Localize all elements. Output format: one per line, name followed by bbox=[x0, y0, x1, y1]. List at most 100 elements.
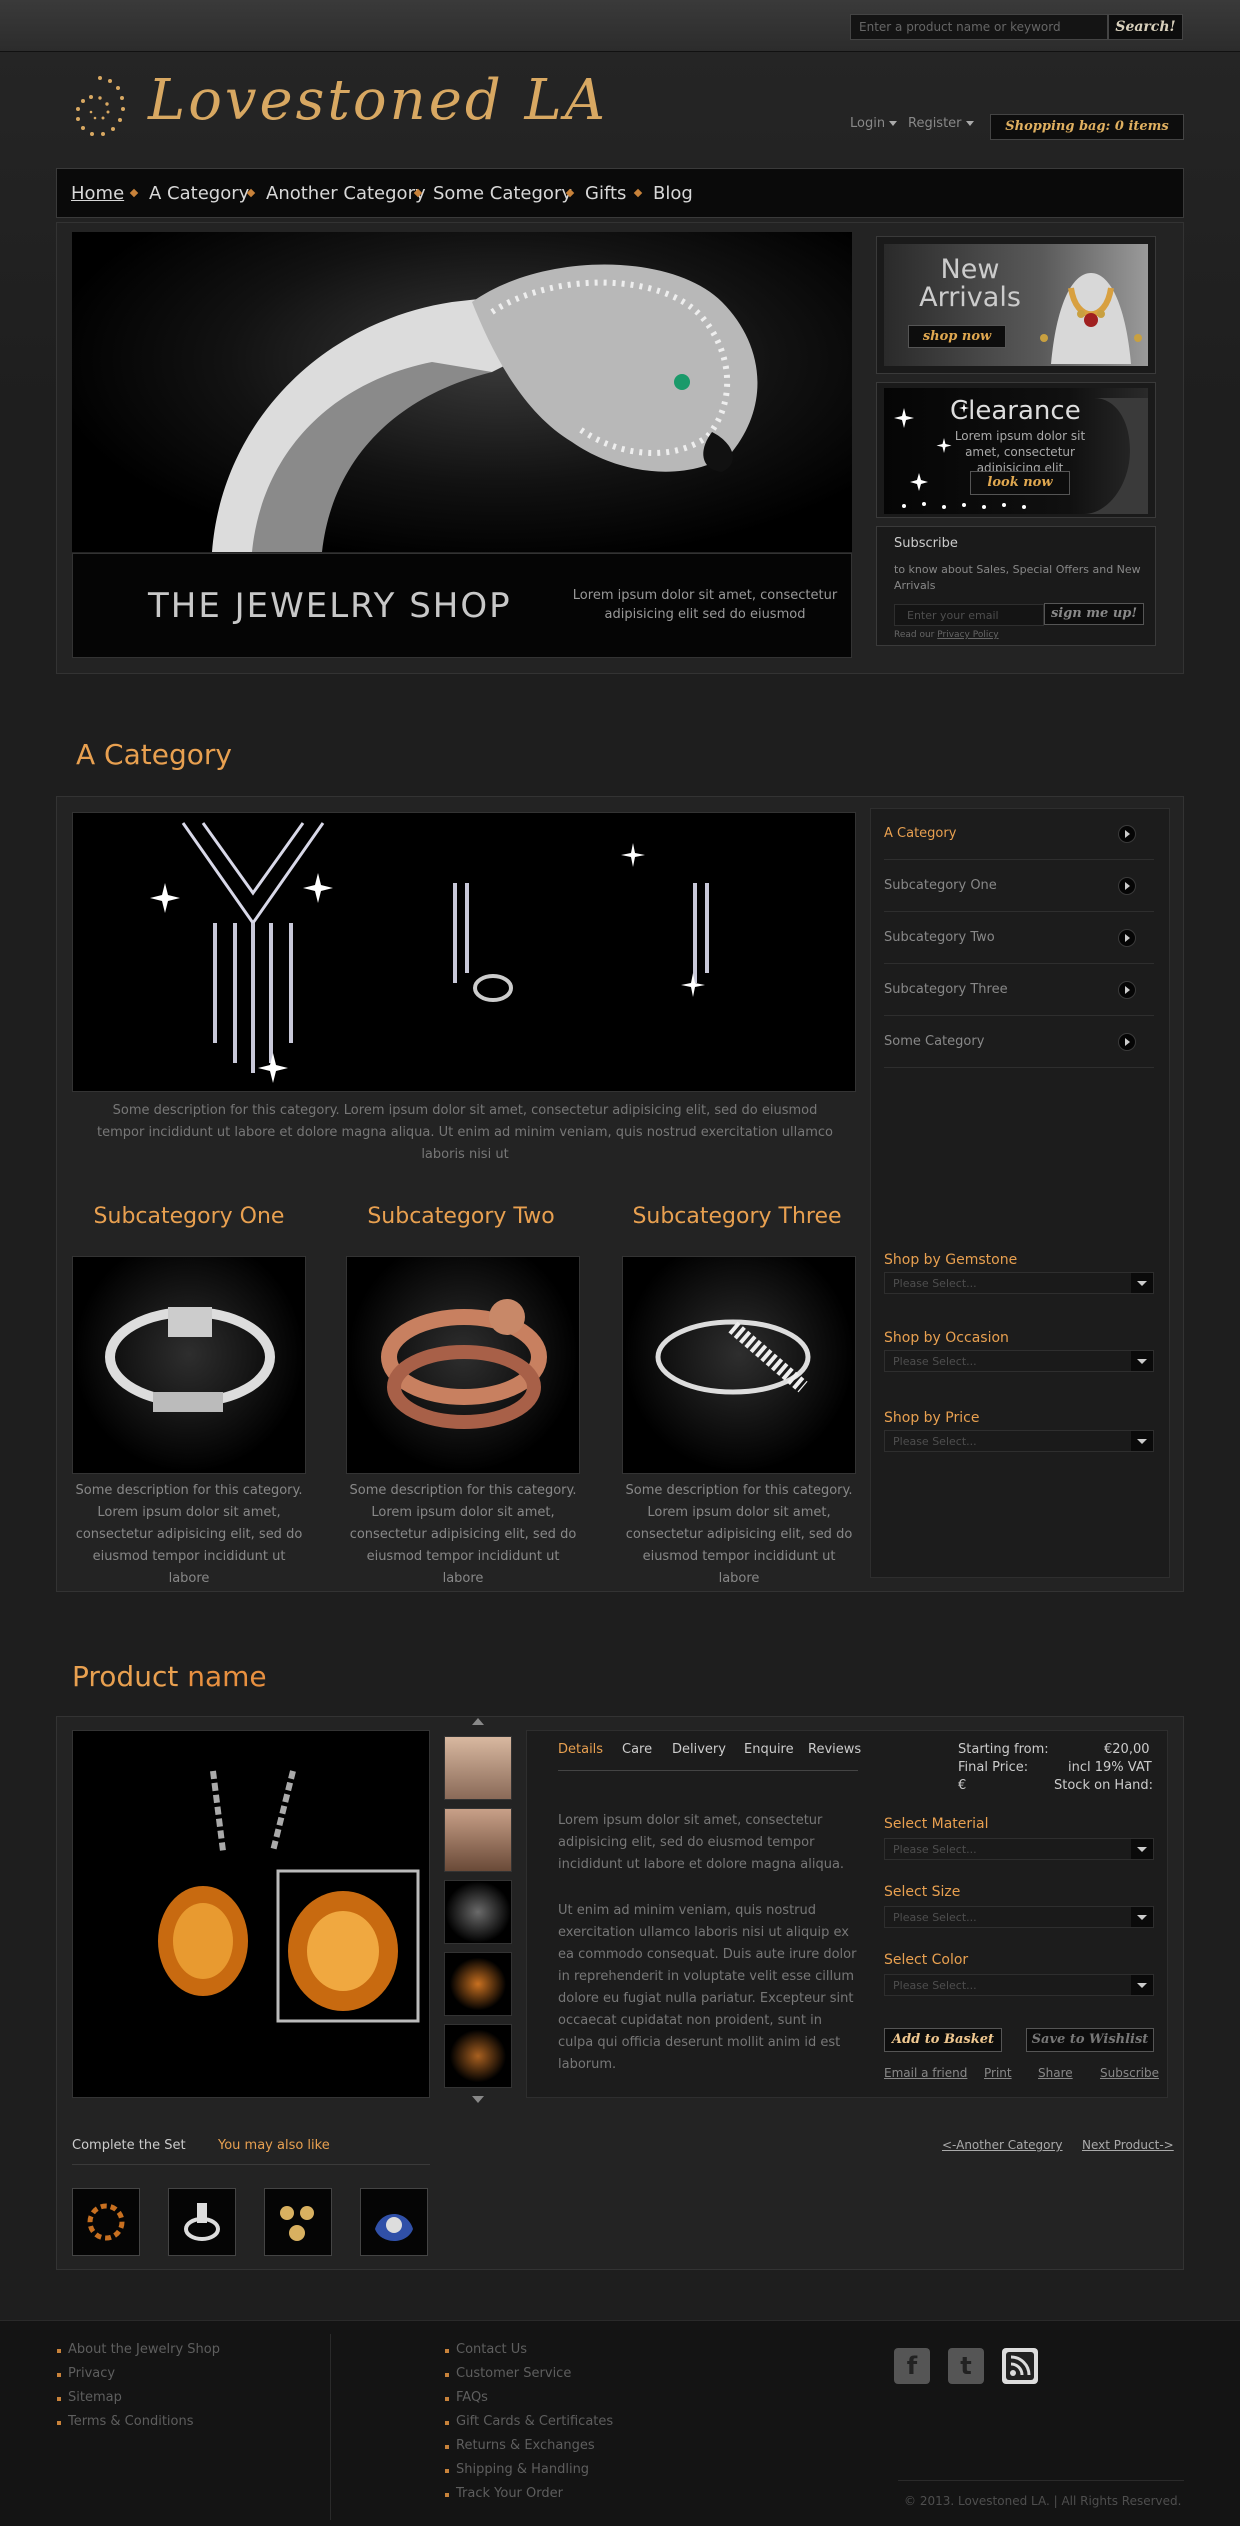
next-product-link[interactable]: Next Product-> bbox=[1082, 2138, 1174, 2152]
add-to-basket-button[interactable]: Add to Basket bbox=[884, 2028, 1002, 2052]
size-select-value: Please Select... bbox=[893, 1911, 977, 1924]
product-title: Product name bbox=[72, 1660, 267, 1693]
product-thumbnail[interactable] bbox=[444, 1808, 512, 1872]
price-select[interactable]: Please Select... bbox=[884, 1430, 1154, 1452]
set-item-thumbnail[interactable] bbox=[168, 2188, 236, 2256]
nav-item-gifts[interactable]: Gifts bbox=[585, 183, 626, 204]
sidebar-item-subcategory-three[interactable]: Subcategory Three bbox=[884, 964, 1154, 1016]
copyright: © 2013. Lovestoned LA. | All Rights Rese… bbox=[904, 2494, 1182, 2508]
gemstone-select-value: Please Select... bbox=[893, 1277, 977, 1290]
rss-icon[interactable] bbox=[1002, 2348, 1038, 2384]
thumbs-down-arrow-icon[interactable] bbox=[472, 2096, 484, 2103]
you-may-like-tab[interactable]: You may also like bbox=[218, 2138, 330, 2153]
select-material-label: Select Material bbox=[884, 1816, 989, 1832]
footer-link[interactable]: Terms & Conditions bbox=[57, 2414, 194, 2429]
nav-item-home[interactable]: Home bbox=[71, 183, 124, 204]
footer-link[interactable]: Contact Us bbox=[445, 2342, 527, 2357]
product-thumbnail[interactable] bbox=[444, 1880, 512, 1944]
bracelet-thumb-image bbox=[87, 2203, 125, 2241]
select-color-label: Select Color bbox=[884, 1952, 969, 1968]
hero-image[interactable] bbox=[72, 232, 852, 552]
occasion-select[interactable]: Please Select... bbox=[884, 1350, 1154, 1372]
chevron-down-icon bbox=[1131, 1975, 1153, 1995]
footer-link[interactable]: FAQs bbox=[445, 2390, 488, 2405]
tab-care[interactable]: Care bbox=[622, 1742, 652, 1757]
facebook-icon[interactable]: f bbox=[894, 2348, 930, 2384]
look-now-button[interactable]: look now bbox=[970, 471, 1070, 495]
privacy-note: Read our Privacy Policy bbox=[894, 630, 999, 640]
sidebar-item-label: Subcategory Three bbox=[884, 982, 1008, 997]
nav-item-another-category[interactable]: Another Category bbox=[266, 183, 426, 204]
search-input[interactable]: Enter a product name or keyword bbox=[850, 14, 1108, 40]
footer-link[interactable]: Customer Service bbox=[444, 2366, 571, 2381]
footer-link[interactable]: Track Your Order bbox=[445, 2486, 563, 2501]
nav-item-blog[interactable]: Blog bbox=[653, 183, 693, 204]
chevron-down-icon bbox=[1131, 1431, 1153, 1451]
print-link[interactable]: Print bbox=[984, 2066, 1012, 2080]
email-a-friend-link[interactable]: Email a friend bbox=[884, 2066, 967, 2080]
subcategory-one-image[interactable] bbox=[72, 1256, 306, 1474]
shopping-bag-button[interactable]: Shopping bag: 0 items bbox=[990, 114, 1184, 140]
share-link[interactable]: Share bbox=[1038, 2066, 1073, 2080]
product-main-image[interactable] bbox=[72, 1730, 430, 2098]
price-filter-label: Shop by Price bbox=[884, 1410, 980, 1426]
prev-category-link[interactable]: <-Another Category bbox=[942, 2138, 1063, 2152]
main-nav: Home A Category Another Category Some Ca… bbox=[56, 168, 1184, 218]
subcategory-two-image[interactable] bbox=[346, 1256, 580, 1474]
final-price-label: Final Price: bbox=[958, 1760, 1029, 1775]
tab-delivery[interactable]: Delivery bbox=[672, 1742, 726, 1757]
material-select[interactable]: Please Select... bbox=[884, 1838, 1154, 1860]
product-title-word1: Product bbox=[72, 1660, 179, 1693]
set-item-thumbnail[interactable] bbox=[264, 2188, 332, 2256]
register-link[interactable]: Register bbox=[908, 116, 974, 131]
subscribe-email-input[interactable]: Enter your email bbox=[894, 604, 1044, 626]
ring-thumb-image bbox=[184, 2203, 220, 2241]
footer-divider bbox=[330, 2334, 331, 2520]
category-banner-image[interactable] bbox=[72, 812, 856, 1092]
product-description-para1: Lorem ipsum dolor sit amet, consectetur … bbox=[558, 1813, 845, 1872]
size-select[interactable]: Please Select... bbox=[884, 1906, 1154, 1928]
chevron-down-icon bbox=[965, 121, 974, 126]
complete-set-tab[interactable]: Complete the Set bbox=[72, 2138, 186, 2153]
footer-link[interactable]: Sitemap bbox=[57, 2390, 122, 2405]
subcategory-one-description: Some description for this category. Lore… bbox=[75, 1483, 303, 1586]
footer-link[interactable]: About the Jewelry Shop bbox=[57, 2342, 220, 2357]
gemstone-select[interactable]: Please Select... bbox=[884, 1272, 1154, 1294]
tab-reviews[interactable]: Reviews bbox=[808, 1742, 861, 1757]
subcategory-three-title[interactable]: Subcategory Three bbox=[620, 1204, 854, 1229]
logo-text[interactable]: Lovestoned LA bbox=[148, 68, 608, 133]
nav-item-some-category[interactable]: Some Category bbox=[433, 183, 572, 204]
privacy-policy-link[interactable]: Privacy Policy bbox=[937, 630, 998, 640]
hero-title: THE JEWELRY SHOP bbox=[148, 586, 512, 626]
sidebar-item-some-category[interactable]: Some Category bbox=[884, 1016, 1154, 1068]
sidebar-item-a-category[interactable]: A Category bbox=[884, 808, 1154, 860]
tab-enquire[interactable]: Enquire bbox=[744, 1742, 794, 1757]
tab-details[interactable]: Details bbox=[558, 1742, 603, 1757]
subscribe-link[interactable]: Subscribe bbox=[1100, 2066, 1159, 2080]
sidebar-item-subcategory-one[interactable]: Subcategory One bbox=[884, 860, 1154, 912]
sign-me-up-button[interactable]: sign me up! bbox=[1044, 603, 1144, 625]
tumblr-icon[interactable]: t bbox=[948, 2348, 984, 2384]
footer-link[interactable]: Shipping & Handling bbox=[444, 2462, 589, 2477]
rss-glyph bbox=[1006, 2352, 1034, 2380]
subscribe-text: to know about Sales, Special Offers and … bbox=[894, 563, 1141, 592]
footer-link[interactable]: Privacy bbox=[56, 2366, 115, 2381]
nav-item-a-category[interactable]: A Category bbox=[149, 183, 249, 204]
product-thumbnail[interactable] bbox=[444, 1736, 512, 1800]
product-thumbnail[interactable] bbox=[444, 1952, 512, 2016]
set-item-thumbnail[interactable] bbox=[72, 2188, 140, 2256]
sidebar-item-subcategory-two[interactable]: Subcategory Two bbox=[884, 912, 1154, 964]
color-select[interactable]: Please Select... bbox=[884, 1974, 1154, 1996]
subcategory-three-image[interactable] bbox=[622, 1256, 856, 1474]
set-item-thumbnail[interactable] bbox=[360, 2188, 428, 2256]
thumbs-up-arrow-icon[interactable] bbox=[472, 1718, 484, 1725]
footer-link[interactable]: Returns & Exchanges bbox=[445, 2438, 595, 2453]
footer-link[interactable]: Gift Cards & Certificates bbox=[444, 2414, 613, 2429]
product-thumbnail[interactable] bbox=[444, 2024, 512, 2088]
login-link[interactable]: Login bbox=[850, 116, 898, 131]
subcategory-two-title[interactable]: Subcategory Two bbox=[344, 1204, 578, 1229]
shop-now-button[interactable]: shop now bbox=[908, 325, 1006, 348]
subcategory-one-title[interactable]: Subcategory One bbox=[72, 1204, 306, 1229]
save-to-wishlist-button[interactable]: Save to Wishlist bbox=[1026, 2028, 1154, 2052]
search-button[interactable]: Search! bbox=[1108, 14, 1183, 40]
